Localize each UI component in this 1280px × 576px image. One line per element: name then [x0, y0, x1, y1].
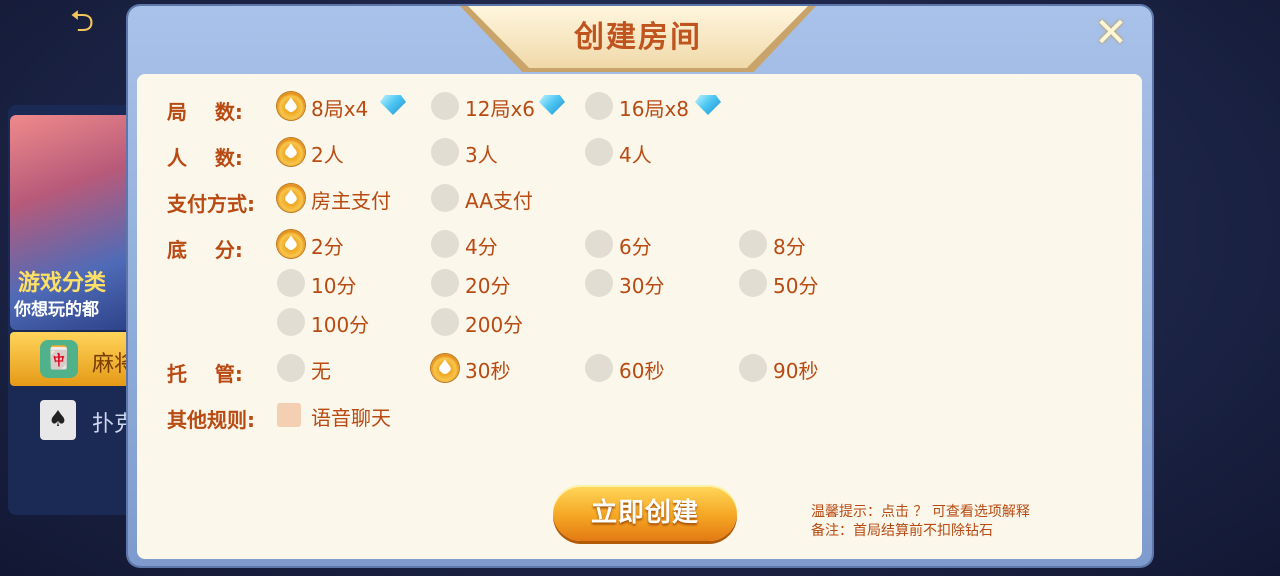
rounds-label: 局 数:: [167, 100, 243, 124]
options-panel: 局 数: 8局x4 12局x6 16局x8 人 数: 2人 3人: [137, 74, 1142, 559]
base-score-option[interactable]: 50分: [739, 269, 839, 299]
trustee-option-60s[interactable]: 60秒: [585, 354, 685, 384]
diamond-icon: [539, 95, 565, 115]
players-option-2[interactable]: 3人: [431, 138, 531, 168]
mahjong-icon: 🀄: [40, 340, 78, 378]
radio-button[interactable]: [277, 137, 305, 166]
players-option-3[interactable]: 4人: [585, 138, 685, 168]
radio-button[interactable]: [585, 138, 613, 166]
radio-button[interactable]: [277, 269, 305, 297]
radio-button[interactable]: [431, 230, 459, 258]
trustee-option-none[interactable]: 无: [277, 354, 377, 384]
base-score-option[interactable]: 200分: [431, 308, 541, 338]
payment-option-owner[interactable]: 房主支付: [277, 183, 417, 214]
voice-chat-option[interactable]: 语音聊天: [277, 401, 417, 431]
option-label: 200分: [465, 313, 524, 337]
option-label: 90秒: [773, 359, 819, 383]
option-label: 10分: [311, 274, 357, 298]
option-label: 4人: [619, 143, 652, 167]
rounds-option-2[interactable]: 12局x6: [431, 92, 581, 122]
option-label: 100分: [311, 313, 370, 337]
players-label: 人 数:: [167, 146, 243, 170]
base-score-option[interactable]: 20分: [431, 269, 531, 299]
radio-button[interactable]: [739, 354, 767, 382]
base-score-option[interactable]: 100分: [277, 308, 387, 338]
radio-button[interactable]: [431, 184, 459, 212]
banner-title: 游戏分类: [18, 271, 107, 296]
create-room-button[interactable]: 立即创建: [553, 485, 737, 541]
payment-label: 支付方式:: [167, 192, 255, 216]
banner-subtitle: 你想玩的都: [14, 300, 99, 320]
category-tab-mahjong[interactable]: 🀄 麻将: [10, 332, 146, 386]
radio-button[interactable]: [739, 230, 767, 258]
radio-button[interactable]: [431, 308, 459, 336]
option-label: 3人: [465, 143, 498, 167]
radio-button[interactable]: [277, 229, 305, 258]
rounds-option-1[interactable]: 8局x4: [277, 91, 417, 122]
radio-button[interactable]: [431, 353, 459, 382]
option-label: 8分: [773, 235, 806, 259]
base-score-label: 底 分:: [167, 238, 243, 262]
players-option-1[interactable]: 2人: [277, 137, 377, 168]
radio-button[interactable]: [431, 269, 459, 297]
trustee-option-30s[interactable]: 30秒: [431, 353, 531, 384]
game-category-panel: 游戏分类 你想玩的都 🀄 麻将 ♠ 扑克: [8, 105, 148, 515]
radio-button[interactable]: [277, 354, 305, 382]
diamond-icon: [380, 95, 406, 115]
other-rules-label: 其他规则:: [167, 408, 255, 432]
option-label: 房主支付: [311, 189, 391, 213]
option-label: 30秒: [465, 359, 511, 383]
diamond-icon: [695, 95, 721, 115]
radio-button[interactable]: [277, 183, 305, 212]
option-label: 8局x4: [311, 97, 369, 121]
base-score-option[interactable]: 8分: [739, 230, 839, 260]
note-text: 备注：首局结算前不扣除钻石: [811, 523, 993, 539]
option-label: 16局x8: [619, 97, 690, 121]
poker-card-icon: ♠: [40, 400, 76, 440]
radio-button[interactable]: [431, 138, 459, 166]
radio-button[interactable]: [585, 354, 613, 382]
trustee-label: 托 管:: [167, 362, 243, 386]
game-category-banner: 游戏分类 你想玩的都: [10, 115, 146, 330]
base-score-option[interactable]: 30分: [585, 269, 685, 299]
radio-button[interactable]: [739, 269, 767, 297]
radio-button[interactable]: [585, 230, 613, 258]
base-score-option[interactable]: 2分: [277, 229, 377, 260]
option-label: 12局x6: [465, 97, 536, 121]
base-score-option[interactable]: 10分: [277, 269, 377, 299]
option-label: 50分: [773, 274, 819, 298]
radio-button[interactable]: [585, 269, 613, 297]
tip-text: 温馨提示：点击 ？ 可查看选项解释: [811, 504, 1030, 520]
create-room-dialog: 创建房间 ✕ 局 数: 8局x4 12局x6 16局x8 人 数: 2人: [128, 6, 1152, 566]
voice-chat-checkbox[interactable]: [277, 403, 301, 427]
option-label: 6分: [619, 235, 652, 259]
base-score-option[interactable]: 6分: [585, 230, 685, 260]
base-score-option[interactable]: 4分: [431, 230, 531, 260]
option-label: 无: [311, 359, 331, 383]
rounds-option-3[interactable]: 16局x8: [585, 92, 735, 122]
dialog-title: 创建房间: [574, 20, 702, 55]
radio-button[interactable]: [585, 92, 613, 120]
back-arrow-icon[interactable]: ⮌: [70, 6, 122, 38]
close-icon[interactable]: ✕: [1088, 10, 1134, 56]
radio-button[interactable]: [277, 308, 305, 336]
payment-option-aa[interactable]: AA支付: [431, 184, 571, 214]
option-label: AA支付: [465, 189, 533, 213]
option-label: 60秒: [619, 359, 665, 383]
trustee-option-90s[interactable]: 90秒: [739, 354, 839, 384]
option-label: 2分: [311, 235, 344, 259]
radio-button[interactable]: [277, 91, 305, 120]
option-label: 2人: [311, 143, 344, 167]
option-label: 20分: [465, 274, 511, 298]
radio-button[interactable]: [431, 92, 459, 120]
option-label: 4分: [465, 235, 498, 259]
option-label: 语音聊天: [311, 406, 391, 430]
category-tab-poker[interactable]: ♠ 扑克: [10, 392, 146, 446]
option-label: 30分: [619, 274, 665, 298]
